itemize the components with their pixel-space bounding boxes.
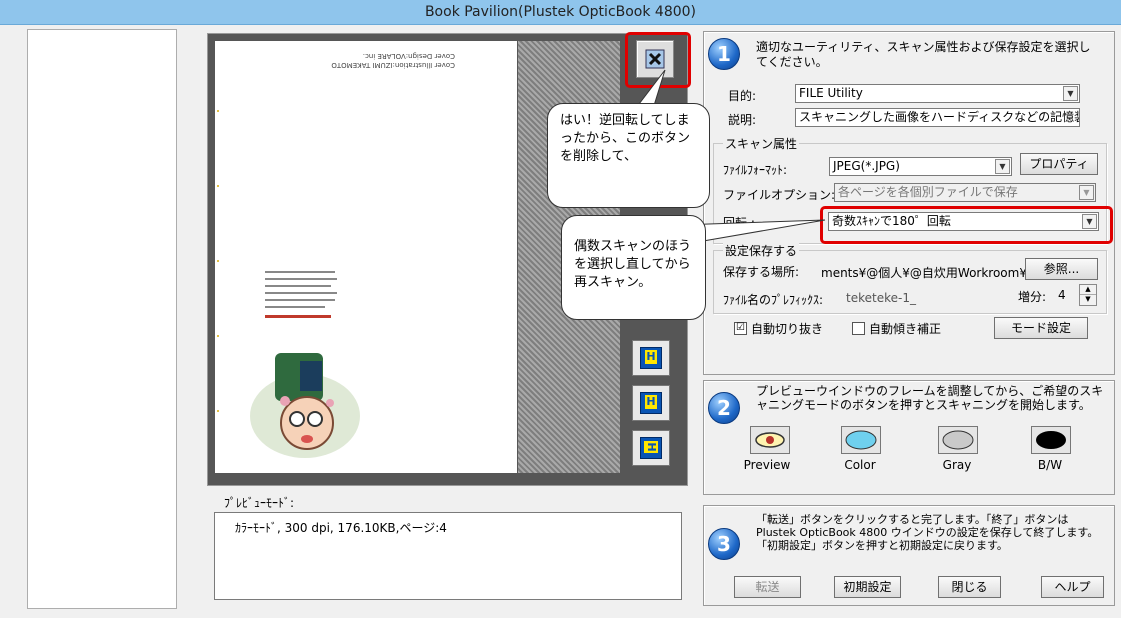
rotate-left-icon: H: [640, 392, 662, 414]
step1-instruction: 適切なユーティリティ、スキャン属性および保存設定を選択してください。: [756, 40, 1091, 69]
step3-number-badge: 3: [708, 528, 740, 560]
preview-scan-button[interactable]: [750, 426, 790, 454]
page-marker: [217, 335, 219, 337]
auto-crop-label: 自動切り抜き: [751, 322, 824, 336]
properties-button[interactable]: プロパティ: [1020, 153, 1098, 175]
close-button[interactable]: 閉じる: [938, 576, 1001, 598]
file-format-value: JPEG(*.JPG): [833, 159, 900, 173]
auto-crop-checkbox[interactable]: ☑: [734, 322, 747, 335]
step3-instruction: 「転送」ボタンをクリックすると完了します。「終了」ボタンは Plustek Op…: [756, 513, 1099, 552]
color-scan-label: Color: [844, 458, 876, 472]
step1-number-badge: 1: [708, 38, 740, 70]
page-text-block: [265, 266, 345, 325]
callout-bubble-1: はい！逆回転してしまったから、このボタンを削除して、: [547, 103, 710, 208]
page-illustration: [250, 353, 360, 458]
page-marker: [217, 185, 219, 187]
save-location-value: ments¥@個人¥@自炊用Workroom¥: [821, 266, 1027, 280]
scan-attributes-title: スキャン属性: [723, 135, 800, 152]
description-field: スキャニングした画像をハードディスクなどの記憶装置: [795, 108, 1080, 127]
mode-settings-button[interactable]: モード設定: [994, 317, 1088, 339]
file-option-value: 各ページを各個別ファイルで保存: [838, 185, 1018, 199]
page-credit-line: Cover Illustration:IZUMI TAKEMOTO: [331, 61, 455, 69]
window-title: Book Pavilion(Plustek OpticBook 4800): [424, 4, 697, 20]
purpose-label: 目的:: [728, 89, 757, 103]
page-marker: [217, 260, 219, 262]
file-format-label: ﾌｧｲﾙﾌｫｰﾏｯﾄ:: [723, 163, 788, 177]
thumbnail-panel[interactable]: [27, 29, 177, 609]
callout-text-1: はい！逆回転してしまったから、このボタンを削除して、: [560, 113, 691, 164]
filename-prefix-value[interactable]: teketeke-1_: [846, 291, 916, 305]
color-scan-button[interactable]: [841, 426, 881, 454]
spin-up-icon[interactable]: ▲: [1080, 285, 1096, 295]
file-option-select[interactable]: 各ページを各個別ファイルで保存 ▼: [834, 183, 1096, 202]
rotate-left-button[interactable]: H: [632, 385, 670, 421]
defaults-button[interactable]: 初期設定: [834, 576, 901, 598]
bw-scan-label: B/W: [1037, 458, 1063, 472]
rotate-180-button[interactable]: H: [632, 430, 670, 466]
callout-text-2: 偶数スキャンのほうを選択し直してから再スキャン。: [574, 239, 692, 290]
save-location-label: 保存する場所:: [723, 265, 800, 279]
page-credit-line: Cover Design:VOLARE inc.: [362, 52, 455, 60]
callout-bubble-2: 偶数スキャンのほうを選択し直してから再スキャン。: [561, 215, 706, 320]
auto-deskew-label: 自動傾き補正: [869, 322, 942, 336]
preview-info-box: ｶﾗｰﾓｰﾄﾞ, 300 dpi, 176.10KB,ページ:4: [214, 512, 682, 600]
chevron-down-icon[interactable]: ▼: [1079, 185, 1094, 200]
bw-scan-button[interactable]: [1031, 426, 1071, 454]
file-format-select[interactable]: JPEG(*.JPG) ▼: [829, 157, 1012, 176]
page-marker: [217, 410, 219, 412]
gray-icon: [942, 430, 974, 450]
rotate-180-icon: H: [640, 437, 662, 459]
rotation-value: 奇数ｽｷｬﾝで180゜回転: [832, 214, 951, 228]
window-title-bar: Book Pavilion(Plustek OpticBook 4800): [0, 0, 1121, 25]
increment-label: 増分:: [1018, 290, 1047, 304]
increment-spinner[interactable]: ▲ ▼: [1079, 284, 1097, 306]
chevron-down-icon[interactable]: ▼: [1082, 214, 1097, 229]
eye-icon: [755, 432, 785, 448]
browse-button[interactable]: 参照...: [1025, 258, 1098, 280]
description-value: スキャニングした画像をハードディスクなどの記憶装置: [799, 110, 1080, 124]
scanned-page-preview[interactable]: Cover Illustration:IZUMI TAKEMOTO Cover …: [215, 41, 517, 473]
color-icon: [845, 430, 877, 450]
bw-icon: [1036, 431, 1066, 449]
chevron-down-icon[interactable]: ▼: [1063, 86, 1078, 101]
rotate-page-button[interactable]: H: [632, 340, 670, 376]
gray-scan-button[interactable]: [938, 426, 978, 454]
step2-number-badge: 2: [708, 392, 740, 424]
preview-info-text: ｶﾗｰﾓｰﾄﾞ, 300 dpi, 176.10KB,ページ:4: [235, 521, 447, 535]
help-button[interactable]: ヘルプ: [1041, 576, 1104, 598]
page-credits: Cover Illustration:IZUMI TAKEMOTO Cover …: [255, 51, 455, 69]
transfer-button[interactable]: 転送: [734, 576, 801, 598]
gray-scan-label: Gray: [942, 458, 972, 472]
purpose-value: FILE Utility: [799, 86, 863, 100]
description-label: 説明:: [728, 113, 757, 127]
rotate-icon: H: [640, 347, 662, 369]
preview-scan-label: Preview: [743, 458, 791, 472]
checkmark-icon: ☑: [736, 322, 745, 333]
preview-mode-label: ﾌﾟﾚﾋﾞｭｰﾓｰﾄﾞ:: [224, 496, 295, 510]
auto-deskew-checkbox[interactable]: [852, 322, 865, 335]
page-marker: [217, 110, 219, 112]
file-option-label: ファイルオプション:: [723, 188, 836, 202]
chevron-down-icon[interactable]: ▼: [995, 159, 1010, 174]
increment-value[interactable]: 4: [1058, 288, 1066, 302]
filename-prefix-label: ﾌｧｲﾙ名のﾌﾟﾚﾌｨｯｸｽ:: [723, 293, 824, 307]
rotation-select[interactable]: 奇数ｽｷｬﾝで180゜回転 ▼: [828, 212, 1099, 231]
spin-down-icon[interactable]: ▼: [1080, 295, 1096, 304]
purpose-select[interactable]: FILE Utility ▼: [795, 84, 1080, 103]
step2-instruction: プレビューウインドウのフレームを調整してから、ご希望のスキャニングモードのボタン…: [756, 384, 1104, 412]
